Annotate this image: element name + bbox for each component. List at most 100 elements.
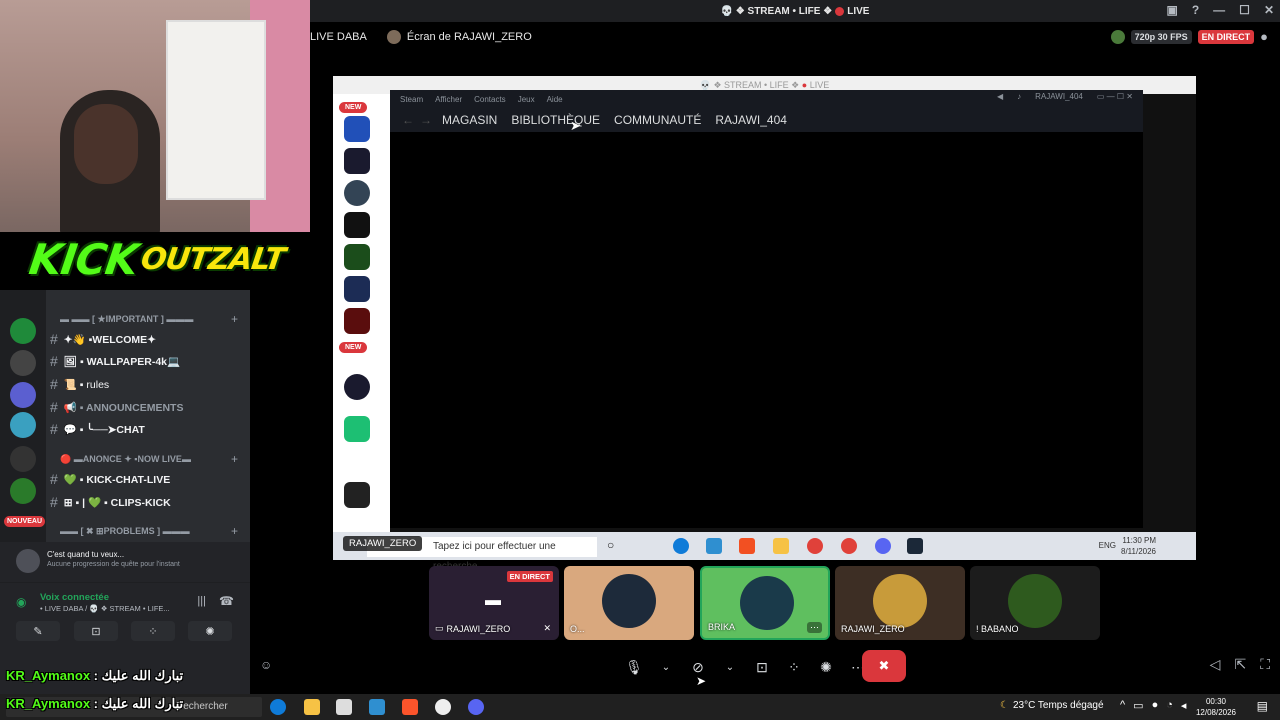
- server-icon-6[interactable]: [10, 478, 36, 504]
- system-clock[interactable]: 00:30 12/08/2026: [1196, 696, 1236, 718]
- channel-kick-chat-live[interactable]: # 💚 ▪ KICK-CHAT-LIVE: [50, 471, 170, 487]
- maximize-button[interactable]: ☐: [1239, 3, 1250, 17]
- app-icon-4[interactable]: [344, 212, 370, 238]
- channel-clips-kick[interactable]: # ⊞ ▪ | 💚 ▪ CLIPS-KICK: [50, 494, 171, 510]
- category-now-live[interactable]: 🔴 ▬ANONCE ✦ ▪NOW LIVE▬: [60, 454, 191, 465]
- share-screen-button[interactable]: ⊡: [74, 621, 118, 641]
- server-icon-2[interactable]: [10, 350, 36, 376]
- noise-suppression-icon[interactable]: |||: [197, 595, 206, 607]
- disconnect-icon[interactable]: ☎: [219, 594, 234, 608]
- weather-widget[interactable]: ☾ 23°C Temps dégagé: [1000, 700, 1104, 711]
- mic-tray-icon[interactable]: ●: [1152, 699, 1159, 712]
- shared-clock[interactable]: 11:30 PM 8/11/2026: [1121, 535, 1156, 557]
- camera-button[interactable]: ✎: [16, 621, 60, 641]
- voice-location[interactable]: • LIVE DABA / 💀 ❖ STREAM • LIFE...: [40, 604, 170, 613]
- minimize-button[interactable]: —: [1213, 3, 1225, 17]
- server-icon-5[interactable]: [10, 446, 36, 472]
- channel-welcome[interactable]: # ✦👋 ▪WELCOME✦: [50, 331, 156, 347]
- steam-icon[interactable]: [907, 538, 923, 554]
- discord-icon[interactable]: [875, 538, 891, 554]
- folder-icon[interactable]: [304, 699, 320, 715]
- brave-icon[interactable]: [402, 699, 418, 715]
- wifi-icon[interactable]: ◔: [1166, 699, 1173, 712]
- mail-icon[interactable]: [369, 699, 385, 715]
- store-icon[interactable]: [336, 699, 352, 715]
- tray-chevron-icon[interactable]: ^: [1120, 699, 1125, 712]
- steam-window[interactable]: Steam Afficher Contacts Jeux Aide ◀ ♪ RA…: [390, 90, 1143, 528]
- app-icon-2[interactable]: [344, 148, 370, 174]
- chevron-down-icon[interactable]: ⌄: [656, 654, 676, 680]
- bell-icon[interactable]: ♪: [1017, 92, 1021, 101]
- category-important[interactable]: ▬ ▬▬ [ ★IMPORTANT ] ▬▬▬: [60, 314, 193, 325]
- steam-menu-steam[interactable]: Steam: [400, 95, 423, 104]
- steam-window-controls[interactable]: ▭ — ☐ ✕: [1097, 92, 1133, 101]
- soundboard-icon[interactable]: ✺: [816, 654, 836, 680]
- participant-tile[interactable]: O...: [564, 566, 694, 640]
- steam-username[interactable]: RAJAWI_404: [1035, 92, 1083, 101]
- store-icon[interactable]: [739, 538, 755, 554]
- steam-nav-library[interactable]: BIBLIOTHÈQUE: [511, 113, 600, 127]
- app-icon-6[interactable]: [344, 276, 370, 302]
- app-icon-7[interactable]: [344, 308, 370, 334]
- steam-menu-view[interactable]: Afficher: [435, 95, 462, 104]
- add-channel-icon[interactable]: +: [231, 312, 238, 326]
- category-problems[interactable]: ▬▬ [ ✖ ⊞PROBLEMS ] ▬▬▬: [60, 526, 190, 537]
- cortana-icon[interactable]: ○: [607, 538, 623, 554]
- megaphone-icon[interactable]: ◀: [997, 92, 1003, 101]
- steam-menu-games[interactable]: Jeux: [518, 95, 535, 104]
- mail-icon[interactable]: [706, 538, 722, 554]
- participant-tile[interactable]: RAJAWI_ZERO: [835, 566, 965, 640]
- volume-mute-icon[interactable]: ◁: [1210, 656, 1221, 673]
- more-icon[interactable]: ⋯: [807, 622, 822, 633]
- app-icon-5[interactable]: [344, 244, 370, 270]
- add-person-icon[interactable]: ☺: [260, 658, 272, 672]
- shared-screen[interactable]: 💀 ❖ STREAM • LIFE ❖ ● LIVE NEW NEW Steam…: [333, 76, 1196, 572]
- app-icon-3[interactable]: [344, 180, 370, 206]
- participant-tile[interactable]: ! BABANO: [970, 566, 1100, 640]
- edge-icon[interactable]: [270, 699, 286, 715]
- network-icon[interactable]: ▭: [1133, 699, 1143, 712]
- folder-icon[interactable]: [773, 538, 789, 554]
- quality-badge[interactable]: 720p 30 FPS: [1130, 29, 1192, 44]
- microphone-icon[interactable]: 🎙: [624, 654, 644, 680]
- activities-button[interactable]: ⁘: [131, 621, 175, 641]
- add-channel-icon[interactable]: +: [231, 524, 238, 538]
- popout-icon[interactable]: ⇱: [1234, 656, 1246, 673]
- chrome-icon-2[interactable]: [841, 538, 857, 554]
- steam-nav-community[interactable]: COMMUNAUTÉ: [614, 113, 701, 127]
- participant-tile[interactable]: EN DIRECT ▬ ▭ RAJAWI_ZERO ✕: [429, 566, 559, 640]
- share-screen-icon[interactable]: ⊡: [752, 654, 772, 680]
- back-arrow-icon[interactable]: ←: [402, 113, 414, 127]
- forward-arrow-icon[interactable]: →: [420, 113, 432, 127]
- soundboard-button[interactable]: ✺: [188, 621, 232, 641]
- voice-status[interactable]: Voix connectée: [40, 592, 109, 603]
- participant-tile[interactable]: BRIKA ⋯: [700, 566, 830, 640]
- notification-icon[interactable]: ▤: [1257, 699, 1268, 713]
- channel-rules[interactable]: # 📜 ▪ rules: [50, 376, 109, 392]
- steam-nav-profile[interactable]: RAJAWI_404: [715, 113, 787, 127]
- channel-chat[interactable]: # 💬 ▪ ╰──➤CHAT: [50, 421, 145, 437]
- mute-icon[interactable]: ✕: [543, 623, 551, 634]
- discord-icon[interactable]: [468, 699, 484, 715]
- app-icon-8[interactable]: [344, 374, 370, 400]
- channel-wallpaper[interactable]: # 🖼 ▪ WALLPAPER-4k💻: [50, 353, 180, 369]
- server-icon-n[interactable]: [10, 318, 36, 344]
- help-icon[interactable]: ?: [1192, 3, 1199, 17]
- add-channel-icon[interactable]: +: [231, 452, 238, 466]
- channel-announcements[interactable]: # 📢 ▪ ANNOUNCEMENTS: [50, 399, 183, 415]
- app-icon-9[interactable]: [344, 416, 370, 442]
- inbox-icon[interactable]: ▣: [1166, 3, 1177, 17]
- chrome-icon[interactable]: [807, 538, 823, 554]
- steam-menu-contacts[interactable]: Contacts: [474, 95, 506, 104]
- app-icon-10[interactable]: [344, 482, 370, 508]
- steam-nav-store[interactable]: MAGASIN: [442, 113, 497, 127]
- chat-icon[interactable]: ●: [1260, 29, 1268, 44]
- leave-call-button[interactable]: ✖: [862, 650, 906, 682]
- quest-banner[interactable]: C'est quand tu veux... Aucune progressio…: [0, 542, 250, 582]
- obs-icon[interactable]: [435, 699, 451, 715]
- edge-icon[interactable]: [673, 538, 689, 554]
- volume-icon[interactable]: ◂: [1181, 699, 1187, 712]
- server-icon-4[interactable]: [10, 412, 36, 438]
- steam-menu-help[interactable]: Aide: [547, 95, 563, 104]
- app-icon-1[interactable]: [344, 116, 370, 142]
